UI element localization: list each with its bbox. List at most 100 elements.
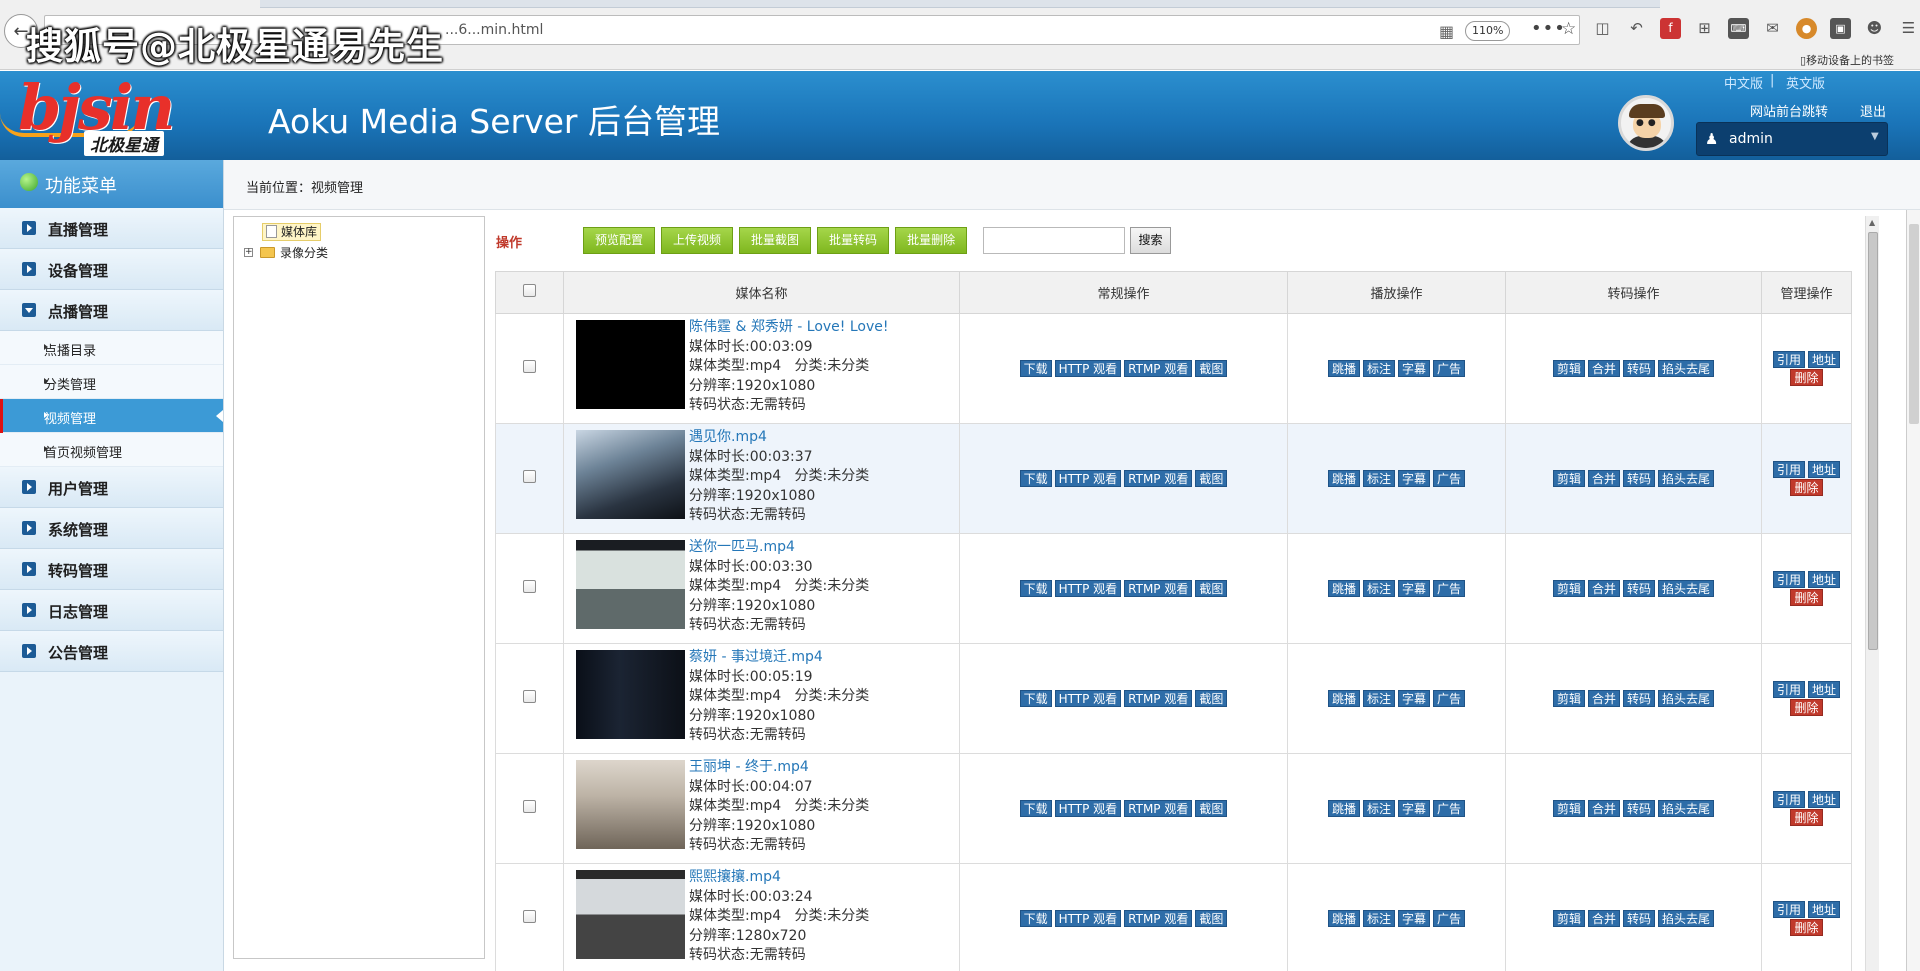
- trim-button[interactable]: 掐头去尾: [1658, 360, 1715, 377]
- menu-group-transcode[interactable]: 转码管理: [0, 549, 223, 590]
- media-title-link[interactable]: 蔡妍 - 事过境迁.mp4: [689, 648, 869, 668]
- undo-icon[interactable]: ↶: [1626, 18, 1647, 39]
- media-title-link[interactable]: 陈伟霆 & 郑秀妍 - Love! Love!: [689, 318, 888, 338]
- skip-play-button[interactable]: 跳播: [1327, 800, 1360, 817]
- qr-code-icon[interactable]: ▦: [1439, 22, 1454, 41]
- reference-button[interactable]: 引用: [1772, 901, 1805, 918]
- reference-button[interactable]: 引用: [1772, 351, 1805, 368]
- menu-item-category[interactable]: 分类管理: [0, 365, 223, 399]
- page-scrollbar[interactable]: [1906, 210, 1920, 971]
- merge-button[interactable]: 合并: [1587, 360, 1620, 377]
- address-button[interactable]: 地址: [1808, 571, 1841, 588]
- user-dropdown[interactable]: ♟ admin ▼: [1696, 122, 1888, 156]
- clip-button[interactable]: 剪辑: [1552, 580, 1585, 597]
- media-title-link[interactable]: 遇见你.mp4: [689, 428, 869, 448]
- download-button[interactable]: 下载: [1019, 800, 1052, 817]
- annotate-button[interactable]: 标注: [1362, 800, 1395, 817]
- rtmp-watch-button[interactable]: RTMP 观看: [1124, 580, 1193, 597]
- account-icon[interactable]: ☻: [1864, 18, 1885, 39]
- rtmp-watch-button[interactable]: RTMP 观看: [1124, 690, 1193, 707]
- menu-group-notice[interactable]: 公告管理: [0, 631, 223, 672]
- delete-button[interactable]: 删除: [1790, 919, 1823, 936]
- download-button[interactable]: 下载: [1019, 910, 1052, 927]
- page-scrollbar-thumb[interactable]: [1909, 224, 1919, 424]
- download-button[interactable]: 下载: [1019, 470, 1052, 487]
- download-button[interactable]: 下载: [1019, 360, 1052, 377]
- http-watch-button[interactable]: HTTP 观看: [1054, 470, 1122, 487]
- row-checkbox[interactable]: [523, 470, 536, 483]
- rtmp-watch-button[interactable]: RTMP 观看: [1124, 910, 1193, 927]
- skip-play-button[interactable]: 跳播: [1327, 580, 1360, 597]
- subtitle-button[interactable]: 字幕: [1398, 690, 1431, 707]
- subtitle-button[interactable]: 字幕: [1398, 470, 1431, 487]
- row-checkbox[interactable]: [523, 690, 536, 703]
- ad-button[interactable]: 广告: [1433, 800, 1466, 817]
- merge-button[interactable]: 合并: [1587, 910, 1620, 927]
- scroll-up-icon[interactable]: ▲: [1869, 218, 1875, 227]
- screenshot-button[interactable]: 截图: [1195, 910, 1228, 927]
- screenshot-button[interactable]: 截图: [1195, 470, 1228, 487]
- chat-icon[interactable]: ✉: [1762, 18, 1783, 39]
- batch-screenshot-button[interactable]: 批量截图: [739, 227, 812, 254]
- trim-button[interactable]: 掐头去尾: [1658, 910, 1715, 927]
- subtitle-button[interactable]: 字幕: [1398, 800, 1431, 817]
- select-all-checkbox[interactable]: [523, 284, 536, 297]
- download-button[interactable]: 下载: [1019, 690, 1052, 707]
- row-checkbox[interactable]: [523, 580, 536, 593]
- transcode-button[interactable]: 转码: [1623, 470, 1656, 487]
- merge-button[interactable]: 合并: [1587, 470, 1620, 487]
- trim-button[interactable]: 掐头去尾: [1658, 800, 1715, 817]
- ad-button[interactable]: 广告: [1433, 690, 1466, 707]
- delete-button[interactable]: 删除: [1790, 699, 1823, 716]
- menu-item-video[interactable]: 视频管理: [0, 399, 223, 433]
- mobile-bookmarks-link[interactable]: ▯移动设备上的书签: [1800, 52, 1894, 68]
- rtmp-watch-button[interactable]: RTMP 观看: [1124, 360, 1193, 377]
- flash-icon[interactable]: f: [1660, 18, 1681, 39]
- front-site-link[interactable]: 网站前台跳转: [1750, 101, 1828, 120]
- address-button[interactable]: 地址: [1808, 901, 1841, 918]
- annotate-button[interactable]: 标注: [1362, 580, 1395, 597]
- delete-button[interactable]: 删除: [1790, 809, 1823, 826]
- video-thumbnail[interactable]: [576, 430, 685, 519]
- screenshot-button[interactable]: 截图: [1195, 690, 1228, 707]
- video-thumbnail[interactable]: [576, 760, 685, 849]
- bookmark-star-icon[interactable]: ☆: [1561, 19, 1576, 39]
- ad-button[interactable]: 广告: [1433, 910, 1466, 927]
- annotate-button[interactable]: 标注: [1362, 690, 1395, 707]
- transcode-button[interactable]: 转码: [1623, 580, 1656, 597]
- annotate-button[interactable]: 标注: [1362, 360, 1395, 377]
- annotate-button[interactable]: 标注: [1362, 910, 1395, 927]
- rtmp-watch-button[interactable]: RTMP 观看: [1124, 800, 1193, 817]
- annotate-button[interactable]: 标注: [1362, 470, 1395, 487]
- menu-group-device[interactable]: 设备管理: [0, 249, 223, 290]
- reference-button[interactable]: 引用: [1772, 791, 1805, 808]
- merge-button[interactable]: 合并: [1587, 690, 1620, 707]
- crop-icon[interactable]: ⊞: [1694, 18, 1715, 39]
- menu-item-vod-directory[interactable]: 点播目录: [0, 331, 223, 365]
- logo[interactable]: bjsin 北极星通: [0, 71, 215, 160]
- subtitle-button[interactable]: 字幕: [1398, 580, 1431, 597]
- batch-delete-button[interactable]: 批量删除: [895, 227, 968, 254]
- menu-item-home-video[interactable]: 首页视频管理: [0, 433, 223, 467]
- rtmp-watch-button[interactable]: RTMP 观看: [1124, 470, 1193, 487]
- menu-icon[interactable]: ☰: [1898, 18, 1919, 39]
- tree-node-media-library[interactable]: 媒体库: [262, 223, 322, 241]
- lang-chinese-link[interactable]: 中文版: [1724, 73, 1763, 92]
- screenshot-button[interactable]: 截图: [1195, 580, 1228, 597]
- row-checkbox[interactable]: [523, 360, 536, 373]
- preview-config-button[interactable]: 预览配置: [583, 227, 656, 254]
- address-button[interactable]: 地址: [1808, 351, 1841, 368]
- row-checkbox[interactable]: [523, 800, 536, 813]
- http-watch-button[interactable]: HTTP 观看: [1054, 690, 1122, 707]
- delete-button[interactable]: 删除: [1790, 479, 1823, 496]
- reference-button[interactable]: 引用: [1772, 461, 1805, 478]
- subtitle-button[interactable]: 字幕: [1398, 360, 1431, 377]
- search-button[interactable]: 搜索: [1130, 227, 1171, 254]
- reference-button[interactable]: 引用: [1772, 571, 1805, 588]
- lang-english-link[interactable]: 英文版: [1786, 73, 1825, 92]
- row-checkbox[interactable]: [523, 910, 536, 923]
- video-thumbnail[interactable]: [576, 320, 685, 409]
- download-button[interactable]: 下载: [1019, 580, 1052, 597]
- menu-group-log[interactable]: 日志管理: [0, 590, 223, 631]
- address-button[interactable]: 地址: [1808, 791, 1841, 808]
